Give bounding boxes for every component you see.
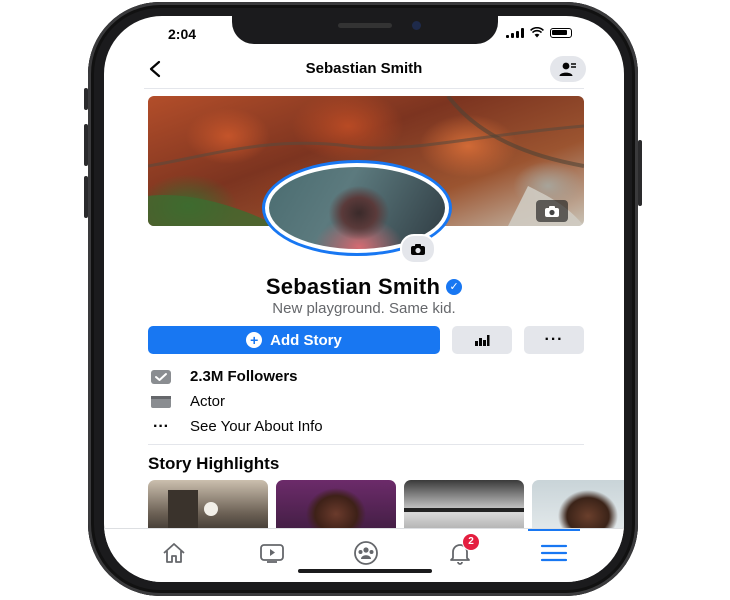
power-button xyxy=(638,140,642,206)
more-icon: ··· xyxy=(153,417,169,435)
status-icons xyxy=(506,27,572,38)
highlight-item[interactable] xyxy=(532,480,624,528)
insights-button[interactable] xyxy=(452,326,512,354)
watch-icon xyxy=(260,544,284,563)
menu-icon xyxy=(540,544,568,562)
tab-watch[interactable] xyxy=(252,539,292,567)
section-divider xyxy=(148,444,584,445)
notch xyxy=(232,16,498,44)
battery-icon xyxy=(550,27,572,38)
more-button[interactable]: ··· xyxy=(524,326,584,354)
highlight-item[interactable] xyxy=(276,480,396,528)
home-indicator xyxy=(298,569,432,573)
profile-bio: New playground. Same kid. xyxy=(272,300,456,317)
groups-icon xyxy=(354,541,378,565)
front-camera xyxy=(412,21,421,30)
intro-section: 2.3M Followers Actor ··· See Your About … xyxy=(148,364,584,439)
profile-actions: + Add Story ··· xyxy=(148,326,584,354)
occupation-icon xyxy=(148,393,174,411)
camera-icon xyxy=(411,243,425,255)
tab-menu[interactable] xyxy=(534,539,574,567)
profile-switch-button[interactable] xyxy=(550,56,586,82)
speaker-grille xyxy=(338,23,392,28)
see-about-link: See Your About Info xyxy=(190,418,323,435)
insights-icon xyxy=(475,335,490,346)
signal-icon xyxy=(506,27,524,38)
status-time: 2:04 xyxy=(168,26,197,42)
phone-screen: 2:04 Sebastian Smith Sebastian Smith ✓ N… xyxy=(104,16,624,582)
followers-icon xyxy=(148,368,174,386)
occupation-text: Actor xyxy=(190,393,226,410)
tab-home[interactable] xyxy=(154,539,194,567)
occupation-row: Actor xyxy=(148,389,584,414)
verified-icon: ✓ xyxy=(446,278,463,295)
notification-badge: 2 xyxy=(462,533,480,551)
plus-icon: + xyxy=(246,332,263,348)
story-highlights-strip xyxy=(148,480,624,528)
story-highlights-title: Story Highlights xyxy=(148,454,280,473)
wifi-icon xyxy=(530,27,544,38)
profile-header: Sebastian Smith xyxy=(104,56,624,96)
camera-icon xyxy=(545,205,559,217)
cover-camera-button[interactable] xyxy=(536,200,568,222)
profile-name-row: Sebastian Smith ✓ xyxy=(104,274,624,300)
header-divider xyxy=(144,88,584,89)
active-tab-indicator xyxy=(528,529,580,531)
see-about-row[interactable]: ··· See Your About Info xyxy=(148,414,584,439)
add-story-label: Add Story xyxy=(270,331,342,349)
home-icon xyxy=(163,543,185,563)
profile-camera-button[interactable] xyxy=(400,234,436,264)
highlight-item[interactable] xyxy=(404,480,524,528)
page-title: Sebastian Smith xyxy=(305,60,423,77)
add-story-button[interactable]: + Add Story xyxy=(148,326,440,354)
tab-notifications[interactable]: 2 xyxy=(440,533,480,567)
tab-groups[interactable] xyxy=(346,539,386,567)
profile-switch-icon xyxy=(559,62,576,76)
bottom-tab-bar: 2 xyxy=(104,528,624,582)
followers-count: 2.3M Followers xyxy=(190,368,298,385)
highlight-item[interactable] xyxy=(148,480,268,528)
profile-name: Sebastian Smith xyxy=(265,274,441,299)
followers-row[interactable]: 2.3M Followers xyxy=(148,364,584,389)
